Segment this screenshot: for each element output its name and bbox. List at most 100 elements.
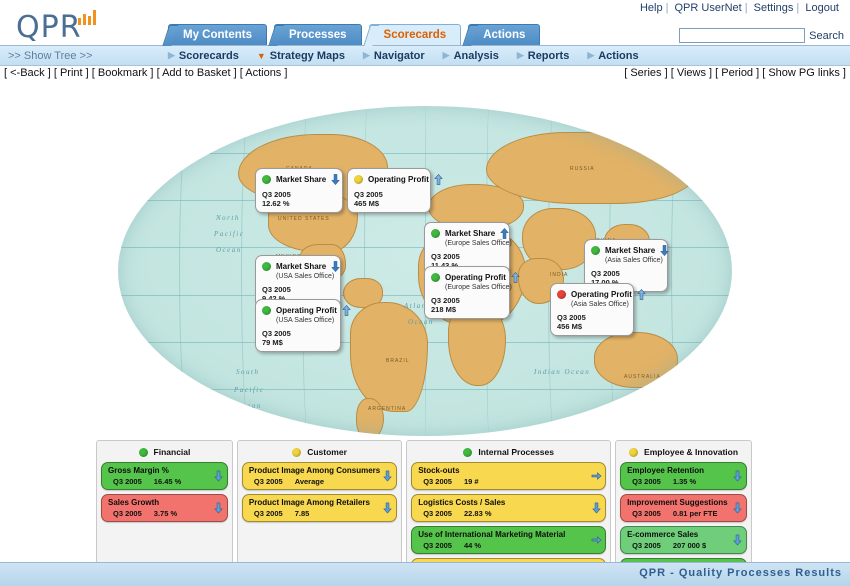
subnav-item-actions[interactable]: ▶ Actions — [587, 50, 638, 62]
callout-header: Market Share — [591, 244, 670, 256]
period-link[interactable]: [ Period ] — [715, 67, 759, 79]
search-input[interactable] — [679, 28, 806, 43]
trend-down-icon — [382, 470, 392, 483]
show-pg-links-link[interactable]: [ Show PG links ] — [762, 67, 846, 79]
subnav-item-navigator[interactable]: ▶ Navigator — [363, 50, 425, 62]
callout-period: Q3 2005 — [591, 269, 620, 278]
measure-value: 207 000 $ — [672, 541, 707, 550]
trend-down-icon — [732, 502, 742, 515]
subnav-item-strategy-maps[interactable]: ▼ Strategy Maps — [257, 50, 345, 62]
callout-market-share-global[interactable]: Market Share Q3 2005 12.62 % — [255, 168, 343, 213]
trend-down-icon — [591, 502, 601, 515]
landmass — [486, 132, 696, 204]
callout-sublabel: (USA Sales Office) — [276, 317, 335, 324]
measure-card[interactable]: Improvement Suggestions Q3 2005 0.81 per F… — [620, 494, 747, 522]
measure-card[interactable]: Sales Growth Q3 2005 3.75 % — [101, 494, 228, 522]
print-link[interactable]: [ Print ] — [54, 67, 89, 79]
trend-down-icon — [330, 260, 341, 272]
country-label: RUSSIA — [570, 166, 595, 172]
callout-period: Q3 2005 — [354, 190, 383, 199]
show-tree-toggle[interactable]: >> Show Tree >> — [0, 50, 168, 62]
measure-card[interactable]: Use of International Marketing Material Q… — [411, 526, 607, 554]
settings-link[interactable]: Settings — [751, 2, 797, 14]
ocean-label: North — [216, 214, 240, 222]
trend-down-icon — [330, 173, 341, 185]
subnav-label: Scorecards — [178, 49, 239, 62]
callout-operating-profit-asia[interactable]: Operating Profit (Asia Sales Office) Q3 20… — [550, 283, 646, 336]
callout-title: Operating Profit — [571, 289, 632, 299]
longitude-line — [179, 106, 203, 436]
measure-value: 44 % — [463, 541, 482, 550]
subnav-item-analysis[interactable]: ▶ Analysis — [443, 50, 499, 62]
measure-period: Q3 2005 — [113, 509, 142, 518]
measure-card[interactable]: Logistics Costs / Sales Q3 2005 22.83 % — [411, 494, 607, 522]
ocean-label: Indian Ocean — [534, 368, 591, 376]
measure-row: Q3 2005 16.45 % — [108, 477, 211, 486]
tab-processes[interactable]: Processes — [274, 24, 362, 45]
series-link[interactable]: [ Series ] — [624, 67, 667, 79]
landmass — [594, 332, 678, 388]
landmass — [356, 398, 384, 436]
callout-title: Market Share — [276, 174, 327, 184]
measure-title: E-commerce Sales — [627, 530, 699, 539]
panel-header: Internal Processes — [411, 445, 606, 459]
callout-title: Market Share — [276, 261, 327, 271]
callout-period: Q3 2005 — [431, 296, 460, 305]
measure-value: 3.75 % — [153, 509, 178, 518]
add-to-basket-link[interactable]: [ Add to Basket ] — [157, 67, 237, 79]
logo-text: QPR — [16, 10, 82, 45]
triangle-right-icon: ▶ — [516, 50, 524, 60]
subnav-item-reports[interactable]: ▶ Reports — [517, 50, 569, 62]
callout-value: 12.62 % — [262, 199, 290, 208]
trend-right-icon — [591, 534, 602, 547]
tab-scorecards[interactable]: Scorecards — [368, 24, 462, 45]
views-link[interactable]: [ Views ] — [671, 67, 712, 79]
measure-card[interactable]: Product Image Among Retailers Q3 2005 7.85 — [241, 494, 398, 522]
measure-value: 19 # — [463, 477, 479, 486]
measure-card[interactable]: Stock-outs Q3 2005 19 # — [411, 462, 607, 490]
longitude-line — [548, 106, 560, 436]
bookmark-link[interactable]: [ Bookmark ] — [92, 67, 154, 79]
subnav-label: Actions — [598, 49, 639, 62]
callout-value: 218 M$ — [431, 305, 457, 314]
footer-tagline: QPR - Quality Processes Results — [639, 567, 842, 579]
ocean-label: Ocean — [216, 246, 242, 254]
callout-operating-profit-global[interactable]: Operating Profit Q3 2005 465 M$ — [347, 168, 443, 213]
search-label[interactable]: Search — [809, 30, 844, 42]
callout-operating-profit-usa[interactable]: Operating Profit (USA Sales Office) Q3 200… — [255, 299, 351, 352]
country-label: ARGENTINA — [368, 406, 407, 412]
ocean-label: Ocean — [408, 318, 434, 326]
callout-header: Operating Profit — [557, 288, 646, 300]
trend-up-icon — [341, 304, 351, 316]
measure-card[interactable]: Gross Margin % Q3 2005 16.45 % — [101, 462, 228, 490]
tab-actions[interactable]: Actions — [468, 24, 541, 45]
callout-operating-profit-europe[interactable]: Operating Profit (Europe Sales Office) Q3 … — [424, 266, 520, 319]
measure-card[interactable]: E-commerce Sales Q3 2005 207 000 $ — [620, 526, 747, 554]
callout-value: 465 M$ — [354, 199, 380, 208]
measure-value: 16.45 % — [153, 477, 182, 486]
trend-up-icon — [510, 271, 520, 283]
tab-my-contents[interactable]: My Contents — [168, 24, 267, 45]
measure-title: Gross Margin % — [108, 466, 169, 475]
subnav-item-scorecards[interactable]: ▶ Scorecards — [168, 50, 239, 62]
measure-title: Product Image Among Consumers — [248, 466, 381, 475]
measure-card[interactable]: Employee Retention Q3 2005 1.35 % — [620, 462, 747, 490]
measure-row: Q3 2005 19 # — [418, 477, 589, 486]
help-link[interactable]: Help — [637, 2, 666, 14]
measure-row: Q3 2005 3.75 % — [108, 509, 211, 518]
trend-down-icon — [732, 470, 742, 483]
triangle-right-icon: ▶ — [362, 50, 370, 60]
usernet-link[interactable]: QPR UserNet — [672, 2, 745, 14]
search-area: Search — [679, 28, 844, 43]
status-dot-icon — [431, 228, 440, 238]
callout-title: Market Share — [605, 245, 656, 255]
actions-link[interactable]: [ Actions ] — [240, 67, 288, 79]
back-link[interactable]: [ <-Back ] — [4, 67, 51, 79]
toolbar-left-links: [ <-Back ] [ Print ] [ Bookmark ] [ Add … — [4, 67, 287, 79]
callout-period: Q3 2005 — [557, 313, 586, 322]
measure-period: Q3 2005 — [632, 509, 661, 518]
measure-card[interactable]: Product Image Among Consumers Q3 2005 Aver… — [241, 462, 398, 490]
measure-value: 0.81 per FTE — [672, 509, 718, 518]
qpr-logo[interactable]: QPR — [10, 2, 160, 45]
logout-link[interactable]: Logout — [802, 2, 842, 14]
